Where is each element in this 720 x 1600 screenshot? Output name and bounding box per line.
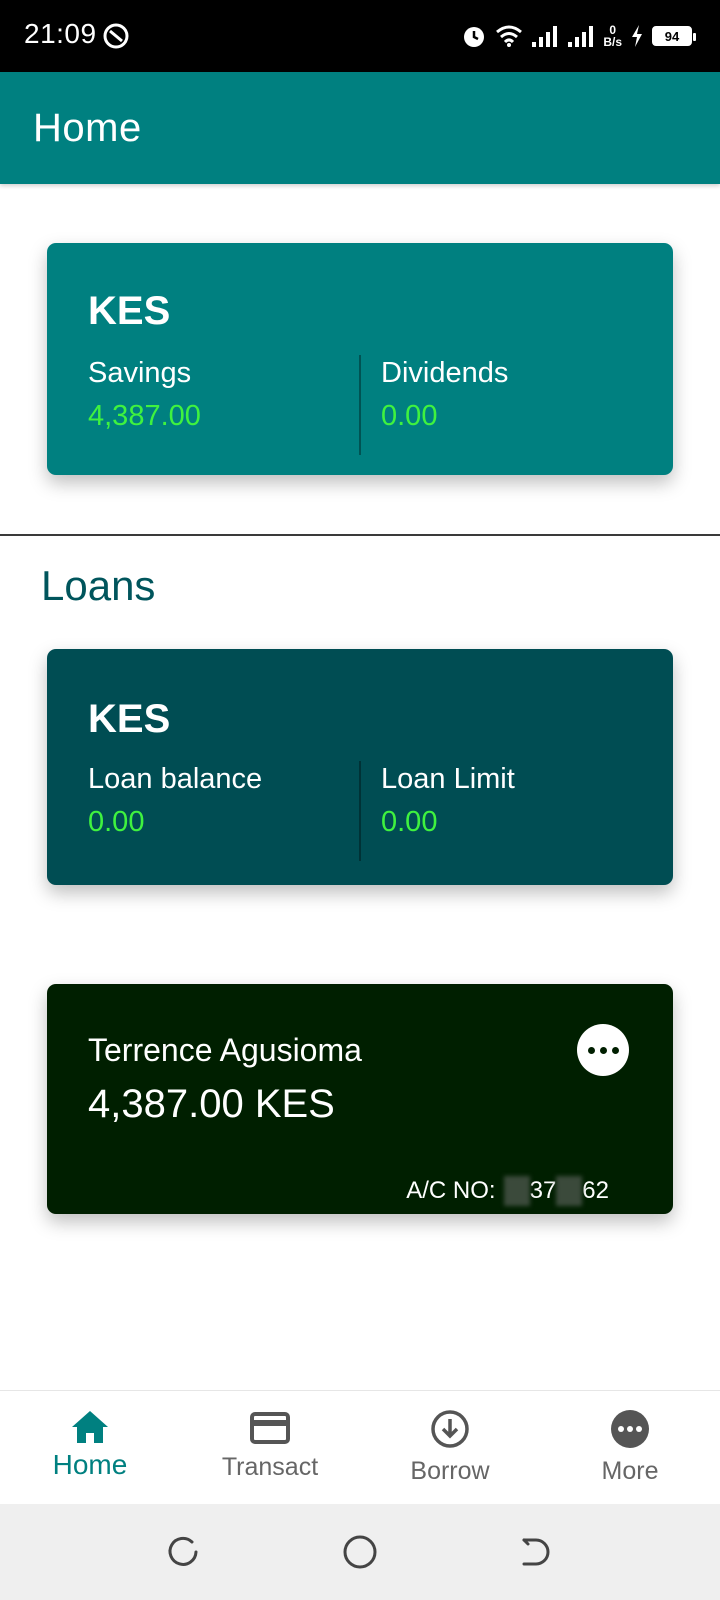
status-icons: 0 B/s 94 xyxy=(461,18,696,54)
card-icon xyxy=(250,1412,290,1444)
savings-card[interactable]: KES Savings 4,387.00 Dividends 0.00 xyxy=(47,243,673,475)
nav-home-label: Home xyxy=(52,1449,128,1480)
back-icon[interactable] xyxy=(518,1534,554,1570)
battery-level: 94 xyxy=(664,28,680,44)
nav-more-label: More xyxy=(601,1457,659,1485)
account-number: A/C NO: 37 62 xyxy=(406,1176,609,1206)
loans-section-title: Loans xyxy=(41,562,156,609)
dot-icon xyxy=(587,1046,595,1054)
loan-limit-column: Loan Limit 0.00 xyxy=(381,763,515,839)
recent-apps-icon[interactable] xyxy=(166,1534,202,1570)
account-holder-name: Terrence Agusioma xyxy=(88,1032,362,1068)
status-time: 21:09 xyxy=(24,18,97,49)
account-balance: 4,387.00 KES xyxy=(88,1082,335,1126)
loans-card[interactable]: KES Loan balance 0.00 Loan Limit 0.00 xyxy=(47,649,673,885)
status-bar: 21:09 0 B/s 94 xyxy=(0,0,720,72)
nav-transact[interactable]: Transact xyxy=(180,1391,360,1504)
signal-icon xyxy=(568,26,594,47)
home-system-icon[interactable] xyxy=(342,1534,378,1570)
loan-balance-value: 0.00 xyxy=(88,806,145,838)
loan-balance-column: Loan balance 0.00 xyxy=(88,763,262,839)
dividends-label: Dividends xyxy=(381,357,509,389)
nav-transact-label: Transact xyxy=(221,1453,319,1481)
savings-column: Savings 4,387.00 xyxy=(88,357,201,433)
account-card[interactable]: Terrence Agusioma 4,387.00 KES A/C NO: 3… xyxy=(47,984,673,1214)
account-number-part: 37 xyxy=(529,1177,557,1204)
page-title: Home xyxy=(33,106,142,150)
app-bar: Home xyxy=(0,72,720,184)
wifi-icon xyxy=(496,25,523,47)
loan-limit-label: Loan Limit xyxy=(381,763,515,795)
nav-more[interactable]: More xyxy=(540,1391,720,1504)
nav-borrow-label: Borrow xyxy=(410,1457,490,1485)
section-divider xyxy=(0,534,720,536)
charging-icon xyxy=(632,25,642,47)
account-number-label: A/C NO: xyxy=(406,1177,496,1204)
home-icon xyxy=(72,1411,108,1443)
redacted-mask xyxy=(556,1176,583,1206)
signal-icon xyxy=(532,26,558,47)
network-speed: 0 B/s xyxy=(603,24,622,48)
savings-value: 4,387.00 xyxy=(88,400,201,432)
column-divider xyxy=(359,355,361,455)
redacted-mask xyxy=(503,1176,530,1206)
battery-icon: 94 xyxy=(652,26,696,46)
dividends-value: 0.00 xyxy=(381,400,438,432)
loans-currency: KES xyxy=(88,697,171,741)
bottom-navigation: Home Transact Borrow More xyxy=(0,1390,720,1504)
dot-icon xyxy=(611,1046,619,1054)
dot-icon xyxy=(599,1046,607,1054)
savings-label: Savings xyxy=(88,357,192,389)
more-options-button[interactable] xyxy=(577,1024,629,1076)
nav-home[interactable]: Home xyxy=(0,1391,180,1504)
column-divider xyxy=(359,761,361,861)
alarm-icon xyxy=(464,27,485,47)
more-icon xyxy=(611,1410,649,1448)
download-circle-icon xyxy=(431,1410,469,1448)
loan-limit-value: 0.00 xyxy=(381,806,438,838)
nav-borrow[interactable]: Borrow xyxy=(360,1391,540,1504)
do-not-disturb-icon xyxy=(103,23,129,49)
system-navigation-bar xyxy=(0,1504,720,1600)
savings-currency: KES xyxy=(88,289,171,333)
account-number-part: 62 xyxy=(582,1177,609,1204)
dividends-column: Dividends 0.00 xyxy=(381,357,508,433)
loan-balance-label: Loan balance xyxy=(88,763,263,795)
network-speed-unit: B/s xyxy=(603,35,622,49)
